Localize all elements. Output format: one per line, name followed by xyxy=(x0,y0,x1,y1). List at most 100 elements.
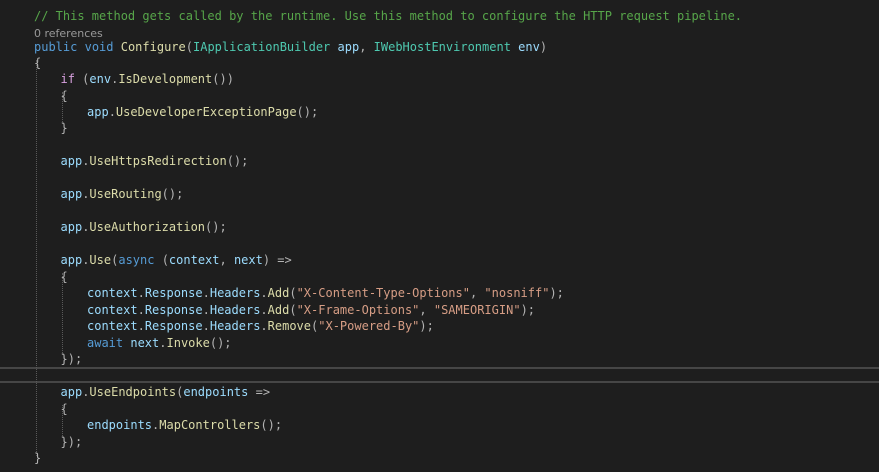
code-text: { xyxy=(61,88,68,104)
code-text: public void Configure(IApplicationBuilde… xyxy=(34,39,547,55)
code-token: (); xyxy=(296,105,319,119)
code-line[interactable]: app.UseEndpoints(endpoints => xyxy=(0,384,879,400)
code-token: }); xyxy=(60,435,83,449)
code-line[interactable]: { xyxy=(0,55,879,71)
code-token: }); xyxy=(60,352,83,366)
code-token: Add xyxy=(267,303,290,317)
code-token: ( xyxy=(154,253,169,267)
code-token: ()) xyxy=(212,72,234,86)
code-token: ); xyxy=(520,303,536,317)
code-text: if (env.IsDevelopment()) xyxy=(61,71,234,87)
code-token: IWebHostEnvironment xyxy=(373,40,511,54)
code-token: { xyxy=(60,270,68,284)
code-line[interactable]: public void Configure(IApplicationBuilde… xyxy=(0,39,879,55)
code-line[interactable]: }); xyxy=(0,351,879,367)
code-line[interactable]: app.UseRouting(); xyxy=(0,186,879,202)
code-token: app xyxy=(60,187,83,201)
code-line[interactable]: await next.Invoke(); xyxy=(0,335,879,351)
code-line[interactable]: app.UseAuthorization(); xyxy=(0,219,879,235)
code-text: app.UseAuthorization(); xyxy=(61,219,227,235)
code-token: env xyxy=(89,72,112,86)
code-line[interactable]: context.Response.Headers.Remove("X-Power… xyxy=(0,318,879,334)
code-token: Invoke xyxy=(166,336,210,350)
code-token: "X-Powered-By" xyxy=(318,319,420,333)
code-token: endpoints xyxy=(183,385,249,399)
code-token: . xyxy=(202,286,210,300)
code-token: (); xyxy=(226,154,249,168)
code-line[interactable] xyxy=(0,368,879,384)
code-token: next xyxy=(233,253,263,267)
code-line[interactable]: context.Response.Headers.Add("X-Content-… xyxy=(0,285,879,301)
code-text: { xyxy=(34,55,41,71)
code-editor[interactable]: // This method gets called by the runtim… xyxy=(0,0,879,472)
code-token: await xyxy=(87,336,124,350)
code-token: (); xyxy=(205,220,227,234)
code-line[interactable]: // This method gets called by the runtim… xyxy=(0,8,879,24)
code-line[interactable]: if (env.IsDevelopment()) xyxy=(0,71,879,87)
code-text: } xyxy=(34,450,41,466)
code-token: { xyxy=(60,89,68,103)
code-token: . xyxy=(137,319,145,333)
code-token: ( xyxy=(185,40,193,54)
code-token: void xyxy=(84,40,114,54)
code-token: "X-Content-Type-Options" xyxy=(296,286,470,300)
code-line[interactable]: endpoints.MapControllers(); xyxy=(0,417,879,433)
code-token: UseEndpoints xyxy=(89,385,177,399)
code-token: } xyxy=(60,121,68,135)
code-token: UseRouting xyxy=(89,187,162,201)
code-token: (); xyxy=(161,187,184,201)
code-token: ); xyxy=(419,319,434,333)
code-line[interactable]: app.Use(async (context, next) => xyxy=(0,252,879,268)
code-token: IsDevelopment xyxy=(118,72,213,86)
code-token: env xyxy=(518,40,540,54)
code-token: , xyxy=(219,253,234,267)
code-line[interactable] xyxy=(0,203,879,219)
code-token: (); xyxy=(209,336,232,350)
code-token: { xyxy=(60,402,68,416)
code-token: UseAuthorization xyxy=(89,220,206,234)
code-text: app.UseRouting(); xyxy=(61,186,184,202)
code-token: context xyxy=(168,253,220,267)
code-token: app xyxy=(337,40,360,54)
code-line[interactable]: { xyxy=(0,269,879,285)
code-token: IApplicationBuilder xyxy=(193,40,331,54)
code-token: ); xyxy=(549,286,564,300)
code-token: app xyxy=(60,385,83,399)
code-token: Remove xyxy=(267,319,312,333)
code-token: ( xyxy=(289,303,297,317)
code-token: . xyxy=(137,303,145,317)
code-line[interactable] xyxy=(0,137,879,153)
code-text: }); xyxy=(61,434,83,450)
code-token: ) => xyxy=(262,253,292,267)
code-token: . xyxy=(260,319,268,333)
code-line[interactable]: }); xyxy=(0,434,879,450)
code-line[interactable] xyxy=(0,236,879,252)
code-token: UseHttpsRedirection xyxy=(89,154,227,168)
code-line[interactable]: { xyxy=(0,88,879,104)
code-token: (); xyxy=(260,418,283,432)
code-token: MapControllers xyxy=(159,418,261,432)
code-token: app xyxy=(60,253,83,267)
code-text: } xyxy=(61,120,68,136)
code-token: context xyxy=(87,286,138,300)
code-line[interactable]: app.UseHttpsRedirection(); xyxy=(0,153,879,169)
code-line[interactable]: } xyxy=(0,450,879,466)
code-line[interactable] xyxy=(0,170,879,186)
code-token: public xyxy=(34,40,78,54)
code-text: context.Response.Headers.Add("X-Content-… xyxy=(87,285,564,301)
code-text: }); xyxy=(61,351,83,367)
code-text: app.UseEndpoints(endpoints => xyxy=(61,384,271,400)
code-token: . xyxy=(260,303,268,317)
code-line[interactable]: { xyxy=(0,401,879,417)
code-token: next xyxy=(130,336,160,350)
code-line[interactable]: app.UseDeveloperExceptionPage(); xyxy=(0,104,879,120)
code-line[interactable]: } xyxy=(0,120,879,136)
code-token: ( xyxy=(74,72,90,86)
code-text: endpoints.MapControllers(); xyxy=(87,417,282,433)
code-token: "SAMEORIGIN" xyxy=(433,303,521,317)
code-line[interactable]: context.Response.Headers.Add("X-Frame-Op… xyxy=(0,302,879,318)
code-token: Configure xyxy=(120,40,186,54)
code-text: { xyxy=(61,269,68,285)
